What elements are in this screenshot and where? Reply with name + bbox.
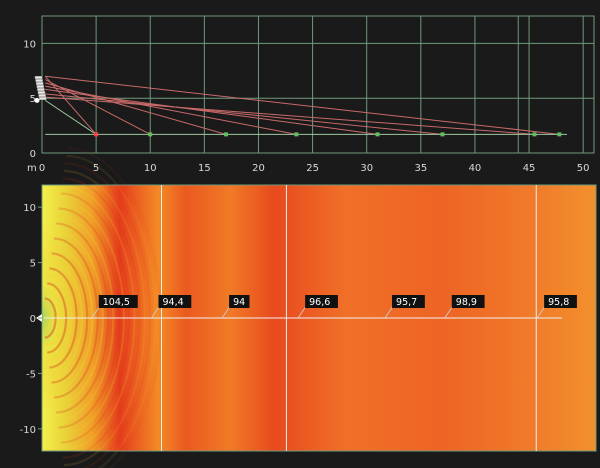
- top-y-tick-labels: 10 5 0: [23, 39, 36, 160]
- receiver-point: [440, 132, 445, 137]
- x-tick-label: 50: [577, 163, 590, 174]
- top-view-plot: 0 5 10 15 20 25 30 35 40 45 50 10 5 0 m: [23, 15, 595, 174]
- x-axis-unit-label: m: [27, 163, 37, 174]
- y-tick-label: 5: [30, 259, 36, 270]
- array-element: [37, 88, 45, 91]
- x-tick-label: 10: [144, 163, 157, 174]
- receiver-point: [557, 132, 562, 137]
- array-element: [39, 97, 47, 100]
- array-element: [35, 79, 43, 82]
- spl-value-text: 96,6: [309, 297, 330, 308]
- x-tick-label: 20: [252, 163, 265, 174]
- receiver-point: [148, 132, 153, 137]
- receiver-point: [532, 132, 537, 137]
- x-tick-label: 45: [523, 163, 536, 174]
- x-tick-label: 0: [39, 163, 45, 174]
- array-element: [34, 76, 43, 79]
- spl-value-text: 94,4: [162, 297, 183, 308]
- y-tick-label: 10: [23, 203, 36, 214]
- x-tick-label: 15: [198, 163, 211, 174]
- ray-line: [45, 96, 535, 135]
- spl-value-text: 94: [233, 297, 245, 308]
- top-x-tick-labels: 0 5 10 15 20 25 30 35 40 45 50: [39, 163, 590, 174]
- receiver-point: [224, 132, 228, 137]
- array-element: [37, 91, 46, 94]
- x-tick-label: 40: [469, 163, 482, 174]
- y-tick-label: 10: [23, 39, 36, 50]
- y-tick-label: 5: [30, 94, 36, 105]
- y-tick-label: -10: [20, 425, 36, 436]
- array-element: [38, 94, 46, 97]
- receiver-point: [294, 132, 299, 137]
- y-tick-label: -5: [26, 369, 36, 380]
- x-tick-label: 35: [414, 163, 427, 174]
- spl-value-text: 104,5: [103, 297, 130, 308]
- x-tick-label: 30: [360, 163, 373, 174]
- ray-lines: [44, 75, 567, 135]
- y-tick-label: 0: [30, 314, 36, 325]
- acoustic-plot-view: 0 5 10 15 20 25 30 35 40 45 50 1050 m 1050-5-10 10…: [20, 15, 597, 468]
- x-tick-label: 25: [306, 163, 319, 174]
- y-tick-label: 0: [30, 149, 36, 160]
- speaker-source-icon: [34, 76, 47, 103]
- spl-heatmap: 1050-5-10 104,5 94,4 94 96,6 95,7 98,9 95,8: [20, 147, 597, 468]
- ray-line: [45, 88, 378, 135]
- receiver-point: [375, 132, 380, 137]
- receiver-point: [94, 132, 99, 137]
- spl-value-text: 95,8: [548, 297, 569, 308]
- array-element: [36, 85, 44, 88]
- array-element: [36, 82, 44, 85]
- spl-value-text: 98,9: [456, 297, 477, 308]
- spl-value-text: 95,7: [396, 297, 417, 308]
